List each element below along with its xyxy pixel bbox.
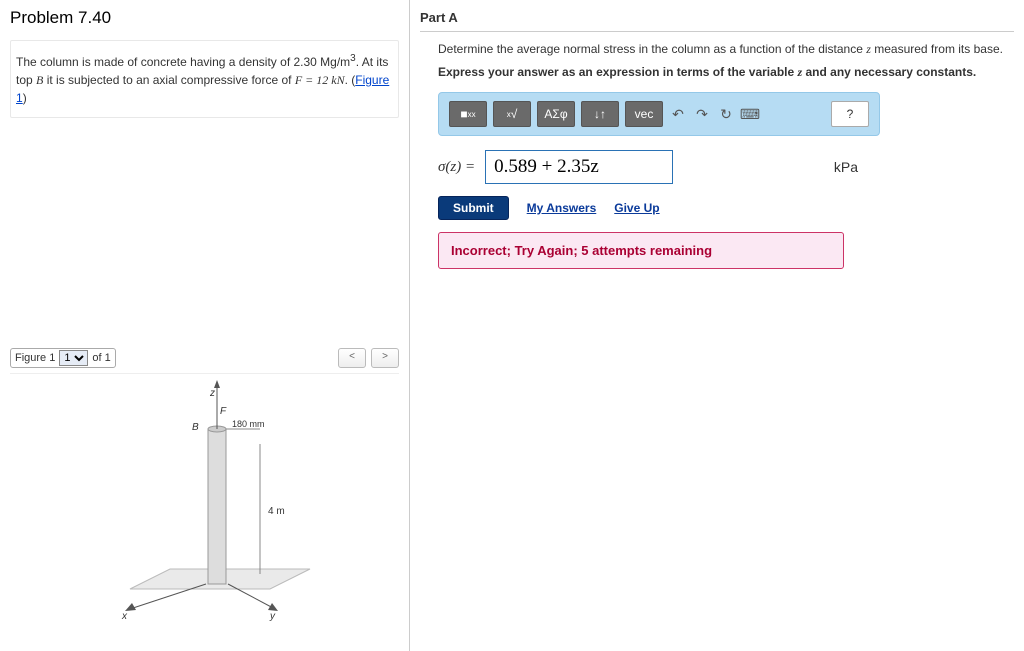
q-suffix: measured from its base.	[871, 42, 1003, 56]
my-answers-link[interactable]: My Answers	[527, 201, 597, 215]
vec-button[interactable]: vec	[625, 101, 663, 127]
axis-x-label: x	[121, 611, 128, 622]
answer-input[interactable]	[485, 150, 673, 184]
dim-radius: 180 mm	[232, 419, 265, 429]
figure-image: z F B 180 mm 4 m x y	[10, 373, 399, 624]
units-label: kPa	[834, 159, 858, 175]
q-prefix: Determine the average normal stress in t…	[438, 42, 866, 56]
label-f: F	[220, 406, 227, 417]
inst-prefix: Express your answer as an expression in …	[438, 65, 797, 79]
axis-y-label: y	[269, 611, 276, 622]
dim-height: 4 m	[268, 506, 285, 517]
reset-icon[interactable]: ↻	[717, 105, 735, 123]
greek-button[interactable]: ΑΣφ	[537, 101, 575, 127]
root-button[interactable]: x√	[493, 101, 531, 127]
desc-after-b: it is subjected to an axial compressive …	[43, 73, 294, 87]
question-text: Determine the average normal stress in t…	[438, 42, 1014, 57]
updown-button[interactable]: ↓↑	[581, 101, 619, 127]
undo-icon[interactable]: ↶	[669, 105, 687, 123]
label-b: B	[192, 422, 199, 433]
figure-label-text: Figure 1	[15, 352, 55, 364]
problem-description: The column is made of concrete having a …	[10, 40, 399, 118]
instruction-text: Express your answer as an expression in …	[438, 65, 1014, 80]
figure-selector: Figure 1 1 of 1	[10, 348, 116, 368]
figure-of-text: of 1	[92, 352, 110, 364]
desc-close: )	[23, 91, 27, 105]
figure-next-button[interactable]: >	[371, 348, 399, 368]
equation-toolbar: ■xx x√ ΑΣφ ↓↑ vec ↶ ↷ ↻ ⌨ ?	[438, 92, 880, 136]
desc-prefix: The column is made of concrete having a …	[16, 55, 350, 69]
problem-title: Problem 7.40	[10, 8, 399, 28]
inst-suffix: and any necessary constants.	[802, 65, 976, 79]
templates-button[interactable]: ■xx	[449, 101, 487, 127]
desc-f: F = 12 kN	[295, 73, 345, 87]
give-up-link[interactable]: Give Up	[614, 201, 659, 215]
part-a-title: Part A	[420, 0, 1014, 32]
axis-z-label: z	[209, 388, 215, 399]
feedback-message: Incorrect; Try Again; 5 attempts remaini…	[438, 232, 844, 269]
figure-prev-button[interactable]: <	[338, 348, 366, 368]
desc-suffix: . (	[345, 73, 356, 87]
redo-icon[interactable]: ↷	[693, 105, 711, 123]
submit-button[interactable]: Submit	[438, 196, 509, 220]
help-button[interactable]: ?	[831, 101, 869, 127]
figure-select[interactable]: 1	[59, 350, 88, 366]
keyboard-icon[interactable]: ⌨	[741, 105, 759, 123]
sigma-label: σ(z) =	[438, 159, 475, 176]
